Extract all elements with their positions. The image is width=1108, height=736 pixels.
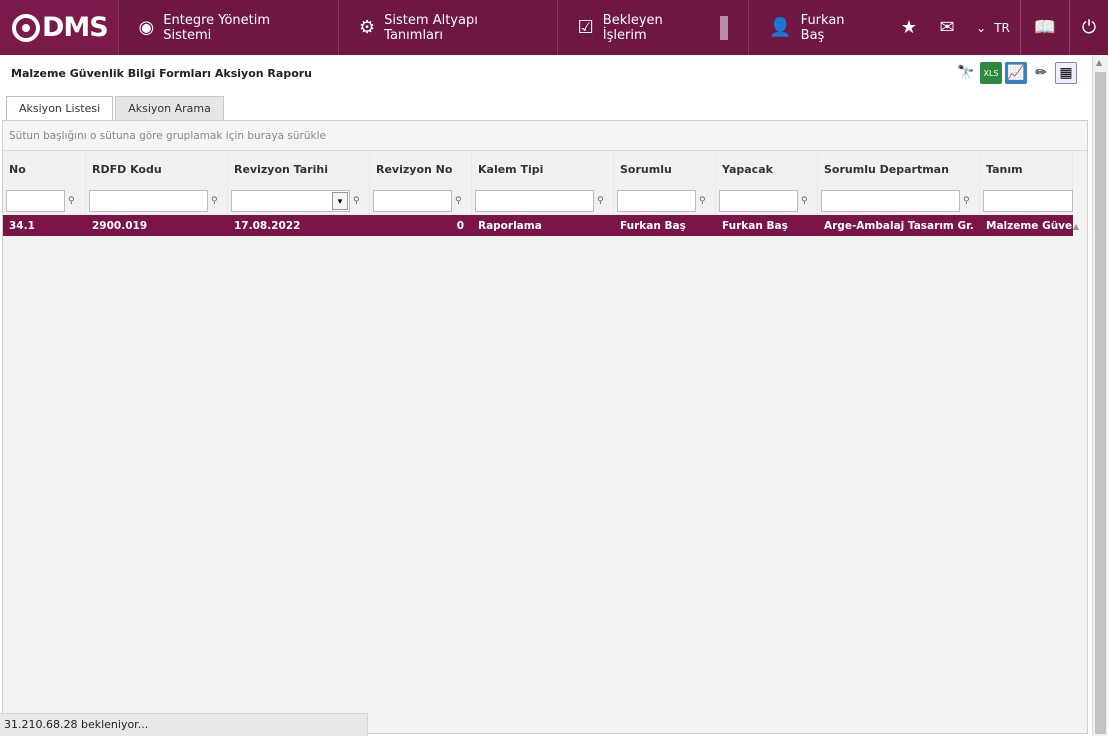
nav-entegre-yonetim[interactable]: ◉ Entegre Yönetim Sistemi [117,0,338,55]
filter-pin-icon[interactable]: ⚲ [455,196,462,206]
filter-input-yapacak[interactable] [719,190,798,212]
header-row: No RDFD Kodu Revizyon Tarihi Revizyon No… [3,153,1073,187]
favorites-star-icon[interactable]: ★ [890,0,928,55]
language-selector[interactable]: ⌄ TR [966,0,1020,55]
excel-export-icon[interactable]: XLS [980,62,1002,84]
filter-pin-icon[interactable]: ⚲ [68,196,75,206]
filter-pin-icon[interactable]: ⚲ [963,196,970,206]
page-scrollbar[interactable]: ▲ [1092,55,1108,736]
clipboard-icon: ☑ [577,17,594,38]
top-navigation-bar: DMS ◉ Entegre Yönetim Sistemi ⚙ Sistem Alt… [0,0,1108,55]
filter-pin-icon[interactable]: ⚲ [801,196,808,206]
filter-pin-icon[interactable]: ⚲ [699,196,706,206]
help-book-icon[interactable]: 📖 [1021,0,1069,55]
filter-row: ⚲ ⚲ ▾ ⚲ ⚲ ⚲ ⚲ ⚲ ⚲ [3,187,1073,215]
mail-icon[interactable]: ✉ [928,0,966,55]
group-drop-area[interactable]: Sütun başlığını o sütuna göre gruplamak … [3,121,1087,151]
grid-scroll-up-icon[interactable]: ▲ [1073,222,1079,231]
tab-aksiyon-arama[interactable]: Aksiyon Arama [115,96,224,120]
report-toolbar: 🔭 XLS 📈 ✏ ▦ [955,62,1077,84]
grid-panel: Sütun başlığını o sütuna göre gruplamak … [2,120,1088,734]
power-icon[interactable]: ⏻ [1070,0,1108,55]
user-icon: 👤 [769,17,792,38]
column-header-revizyon-no[interactable]: Revizyon No [370,153,472,187]
tab-aksiyon-listesi[interactable]: Aksiyon Listesi [6,96,114,120]
binoculars-icon[interactable]: 🔭 [955,62,977,84]
column-header-sorumlu-departman[interactable]: Sorumlu Departman [818,153,980,187]
qdms-logo[interactable]: DMS [0,0,118,55]
q-logo-icon: ◉ [138,17,155,38]
cell-no: 34.1 [9,220,35,232]
column-header-no[interactable]: No [3,153,86,187]
table-row[interactable]: 34.1 2900.019 17.08.2022 0 Raporlama Fur… [3,215,1073,236]
data-grid: No RDFD Kodu Revizyon Tarihi Revizyon No… [3,153,1073,236]
cell-revizyon-no: 0 [456,220,464,232]
pencil-icon[interactable]: ✏ [1030,62,1052,84]
chevron-down-icon: ⌄ [976,20,987,35]
scroll-up-icon[interactable]: ▲ [1096,58,1102,67]
filter-input-kalem-tipi[interactable] [475,190,594,212]
filter-pin-icon[interactable]: ⚲ [211,196,218,206]
filter-input-tanim[interactable] [983,190,1073,212]
cell-revizyon-tarihi: 17.08.2022 [234,220,301,232]
filter-input-sorumlu[interactable] [617,190,696,212]
column-header-revizyon-tarihi[interactable]: Revizyon Tarihi [228,153,370,187]
nav-bekleyen-islerim[interactable]: ☑ Bekleyen İşlerim [556,0,749,55]
layout-icon[interactable]: ▦ [1055,62,1077,84]
tab-bar: Aksiyon Listesi Aksiyon Arama [6,96,224,120]
page-title: Malzeme Güvenlik Bilgi Formları Aksiyon … [11,67,313,80]
cell-tanim: Malzeme Güvenlik [986,220,1073,232]
cell-sorumlu: Furkan Baş [620,220,686,232]
cell-yapacak: Furkan Baş [722,220,788,232]
column-header-rdfd-kodu[interactable]: RDFD Kodu [86,153,228,187]
user-menu[interactable]: 👤 Furkan Baş [748,0,890,55]
filter-pin-icon[interactable]: ⚲ [353,196,360,206]
gear-icon: ⚙ [359,17,376,38]
cell-kalem-tipi: Raporlama [478,220,542,232]
status-bar: 31.210.68.28 bekleniyor... [0,713,368,736]
filter-input-sorumlu-departman[interactable] [821,190,960,212]
cell-sorumlu-departman: Arge-Ambalaj Tasarım Gr. [824,220,974,232]
filter-input-no[interactable] [6,190,65,212]
filter-select-revizyon-tarihi[interactable]: ▾ [231,190,350,212]
scrollbar-thumb[interactable] [1095,72,1106,734]
chart-icon[interactable]: 📈 [1005,62,1027,84]
nav-scroll-handle[interactable] [719,15,729,40]
column-header-sorumlu[interactable]: Sorumlu [614,153,716,187]
filter-input-revizyon-no[interactable] [373,190,452,212]
column-header-kalem-tipi[interactable]: Kalem Tipi [472,153,614,187]
filter-input-rdfd-kodu[interactable] [89,190,208,212]
cell-rdfd-kodu: 2900.019 [92,220,148,232]
column-header-tanim[interactable]: Tanım [980,153,1073,187]
nav-sistem-altyapi[interactable]: ⚙ Sistem Altyapı Tanımları [338,0,557,55]
column-header-yapacak[interactable]: Yapacak [716,153,818,187]
filter-pin-icon[interactable]: ⚲ [597,196,604,206]
chevron-down-icon[interactable]: ▾ [332,192,348,210]
